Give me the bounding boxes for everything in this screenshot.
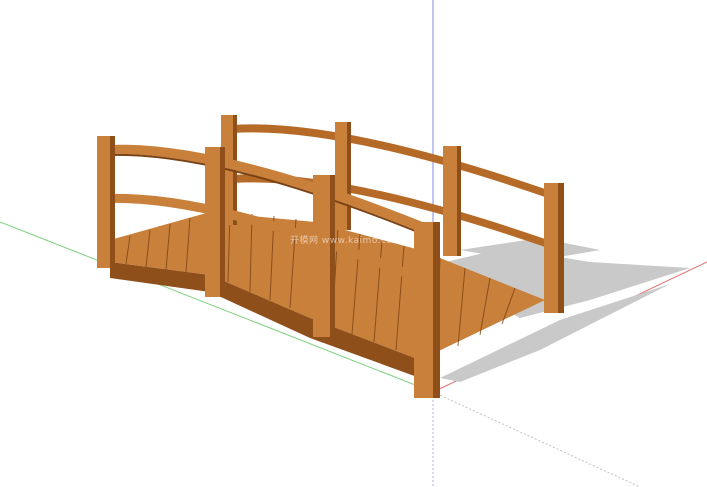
3d-viewport[interactable] [0,0,707,487]
green-axis-hidden [432,391,641,487]
